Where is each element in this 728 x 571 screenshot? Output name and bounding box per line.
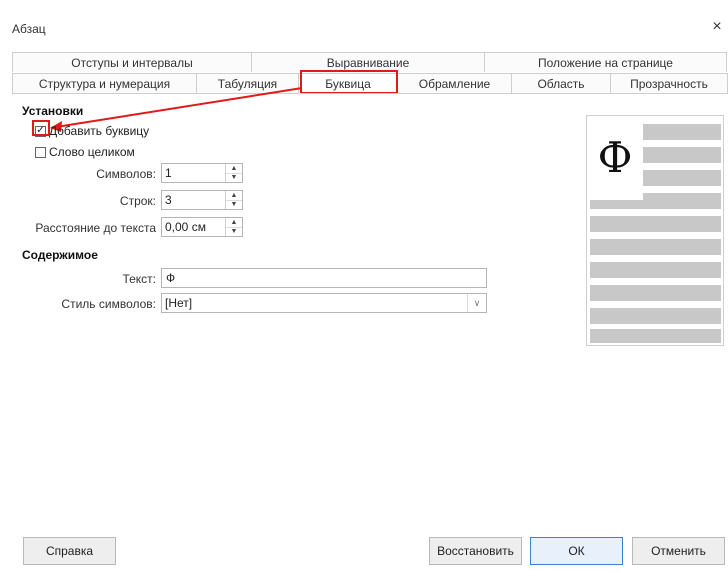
chars-label: Символов: bbox=[96, 167, 156, 181]
text-label: Текст: bbox=[122, 272, 156, 286]
preview-line bbox=[590, 329, 721, 343]
spacing-value[interactable]: 0,00 см bbox=[162, 220, 225, 234]
tab-borders[interactable]: Обрамление bbox=[397, 73, 512, 93]
tab-alignment[interactable]: Выравнивание bbox=[251, 52, 485, 72]
spacing-spinbox[interactable]: 0,00 см ▲ ▼ bbox=[161, 217, 243, 237]
spin-up-icon[interactable]: ▲ bbox=[226, 218, 242, 227]
lines-spinbox[interactable]: 3 ▲ ▼ bbox=[161, 190, 243, 210]
tab-tabs[interactable]: Табуляция bbox=[196, 73, 299, 93]
preview-line bbox=[590, 262, 721, 278]
add-dropcap-label: Добавить буквицу bbox=[49, 124, 150, 138]
add-dropcap-row[interactable]: ✓ Добавить буквицу bbox=[35, 124, 149, 138]
preview-line bbox=[590, 239, 721, 255]
spin-up-icon[interactable]: ▲ bbox=[226, 191, 242, 200]
char-style-value: [Нет] bbox=[165, 296, 193, 310]
title-bar: Абзац × bbox=[0, 0, 728, 40]
dropcap-text-input[interactable]: Ф bbox=[161, 268, 487, 288]
close-icon[interactable]: × bbox=[708, 18, 726, 36]
tabs-row-2: Структура и нумерация Табуляция Буквица … bbox=[12, 73, 728, 93]
help-button[interactable]: Справка bbox=[23, 537, 116, 565]
spacing-label: Расстояние до текста bbox=[35, 221, 156, 235]
settings-heading: Установки bbox=[22, 104, 84, 118]
chars-spinbox[interactable]: 1 ▲ ▼ bbox=[161, 163, 243, 183]
cancel-button[interactable]: Отменить bbox=[632, 537, 725, 565]
preview-dropcap-letter: Ф bbox=[587, 116, 643, 200]
tab-drop-caps[interactable]: Буквица bbox=[298, 73, 398, 93]
contents-heading: Содержимое bbox=[22, 248, 98, 262]
tab-text-flow[interactable]: Положение на странице bbox=[484, 52, 727, 72]
lines-label: Строк: bbox=[119, 194, 156, 208]
char-style-select[interactable]: [Нет] ∨ bbox=[161, 293, 487, 313]
tabs-row-1: Отступы и интервалы Выравнивание Положен… bbox=[12, 52, 727, 72]
preview-line bbox=[643, 170, 721, 186]
tab-outline-numbering[interactable]: Структура и нумерация bbox=[12, 73, 197, 93]
spin-down-icon[interactable]: ▼ bbox=[226, 226, 242, 237]
spin-down-icon[interactable]: ▼ bbox=[226, 172, 242, 183]
dialog-title: Абзац bbox=[12, 22, 46, 36]
tab-area[interactable]: Область bbox=[511, 73, 611, 93]
spin-up-icon[interactable]: ▲ bbox=[226, 164, 242, 173]
whole-word-label: Слово целиком bbox=[49, 145, 135, 159]
preview-line bbox=[643, 124, 721, 140]
checkbox-highlight bbox=[32, 120, 50, 136]
dropcap-preview: Ф bbox=[586, 115, 724, 346]
tab-indents-spacing[interactable]: Отступы и интервалы bbox=[12, 52, 252, 72]
tab-transparency[interactable]: Прозрачность bbox=[610, 73, 728, 93]
lines-value[interactable]: 3 bbox=[162, 193, 225, 207]
preview-line bbox=[643, 147, 721, 163]
chevron-down-icon[interactable]: ∨ bbox=[467, 294, 486, 312]
ok-button[interactable]: ОК bbox=[530, 537, 623, 565]
chars-value[interactable]: 1 bbox=[162, 166, 225, 180]
char-style-label: Стиль символов: bbox=[61, 297, 156, 311]
spin-down-icon[interactable]: ▼ bbox=[226, 199, 242, 210]
whole-word-row[interactable]: Слово целиком bbox=[35, 145, 135, 159]
preview-line bbox=[590, 308, 721, 324]
preview-line bbox=[590, 216, 721, 232]
reset-button[interactable]: Восстановить bbox=[429, 537, 522, 565]
preview-line bbox=[590, 285, 721, 301]
tab-panel-border bbox=[12, 93, 728, 94]
whole-word-checkbox[interactable] bbox=[35, 146, 46, 158]
